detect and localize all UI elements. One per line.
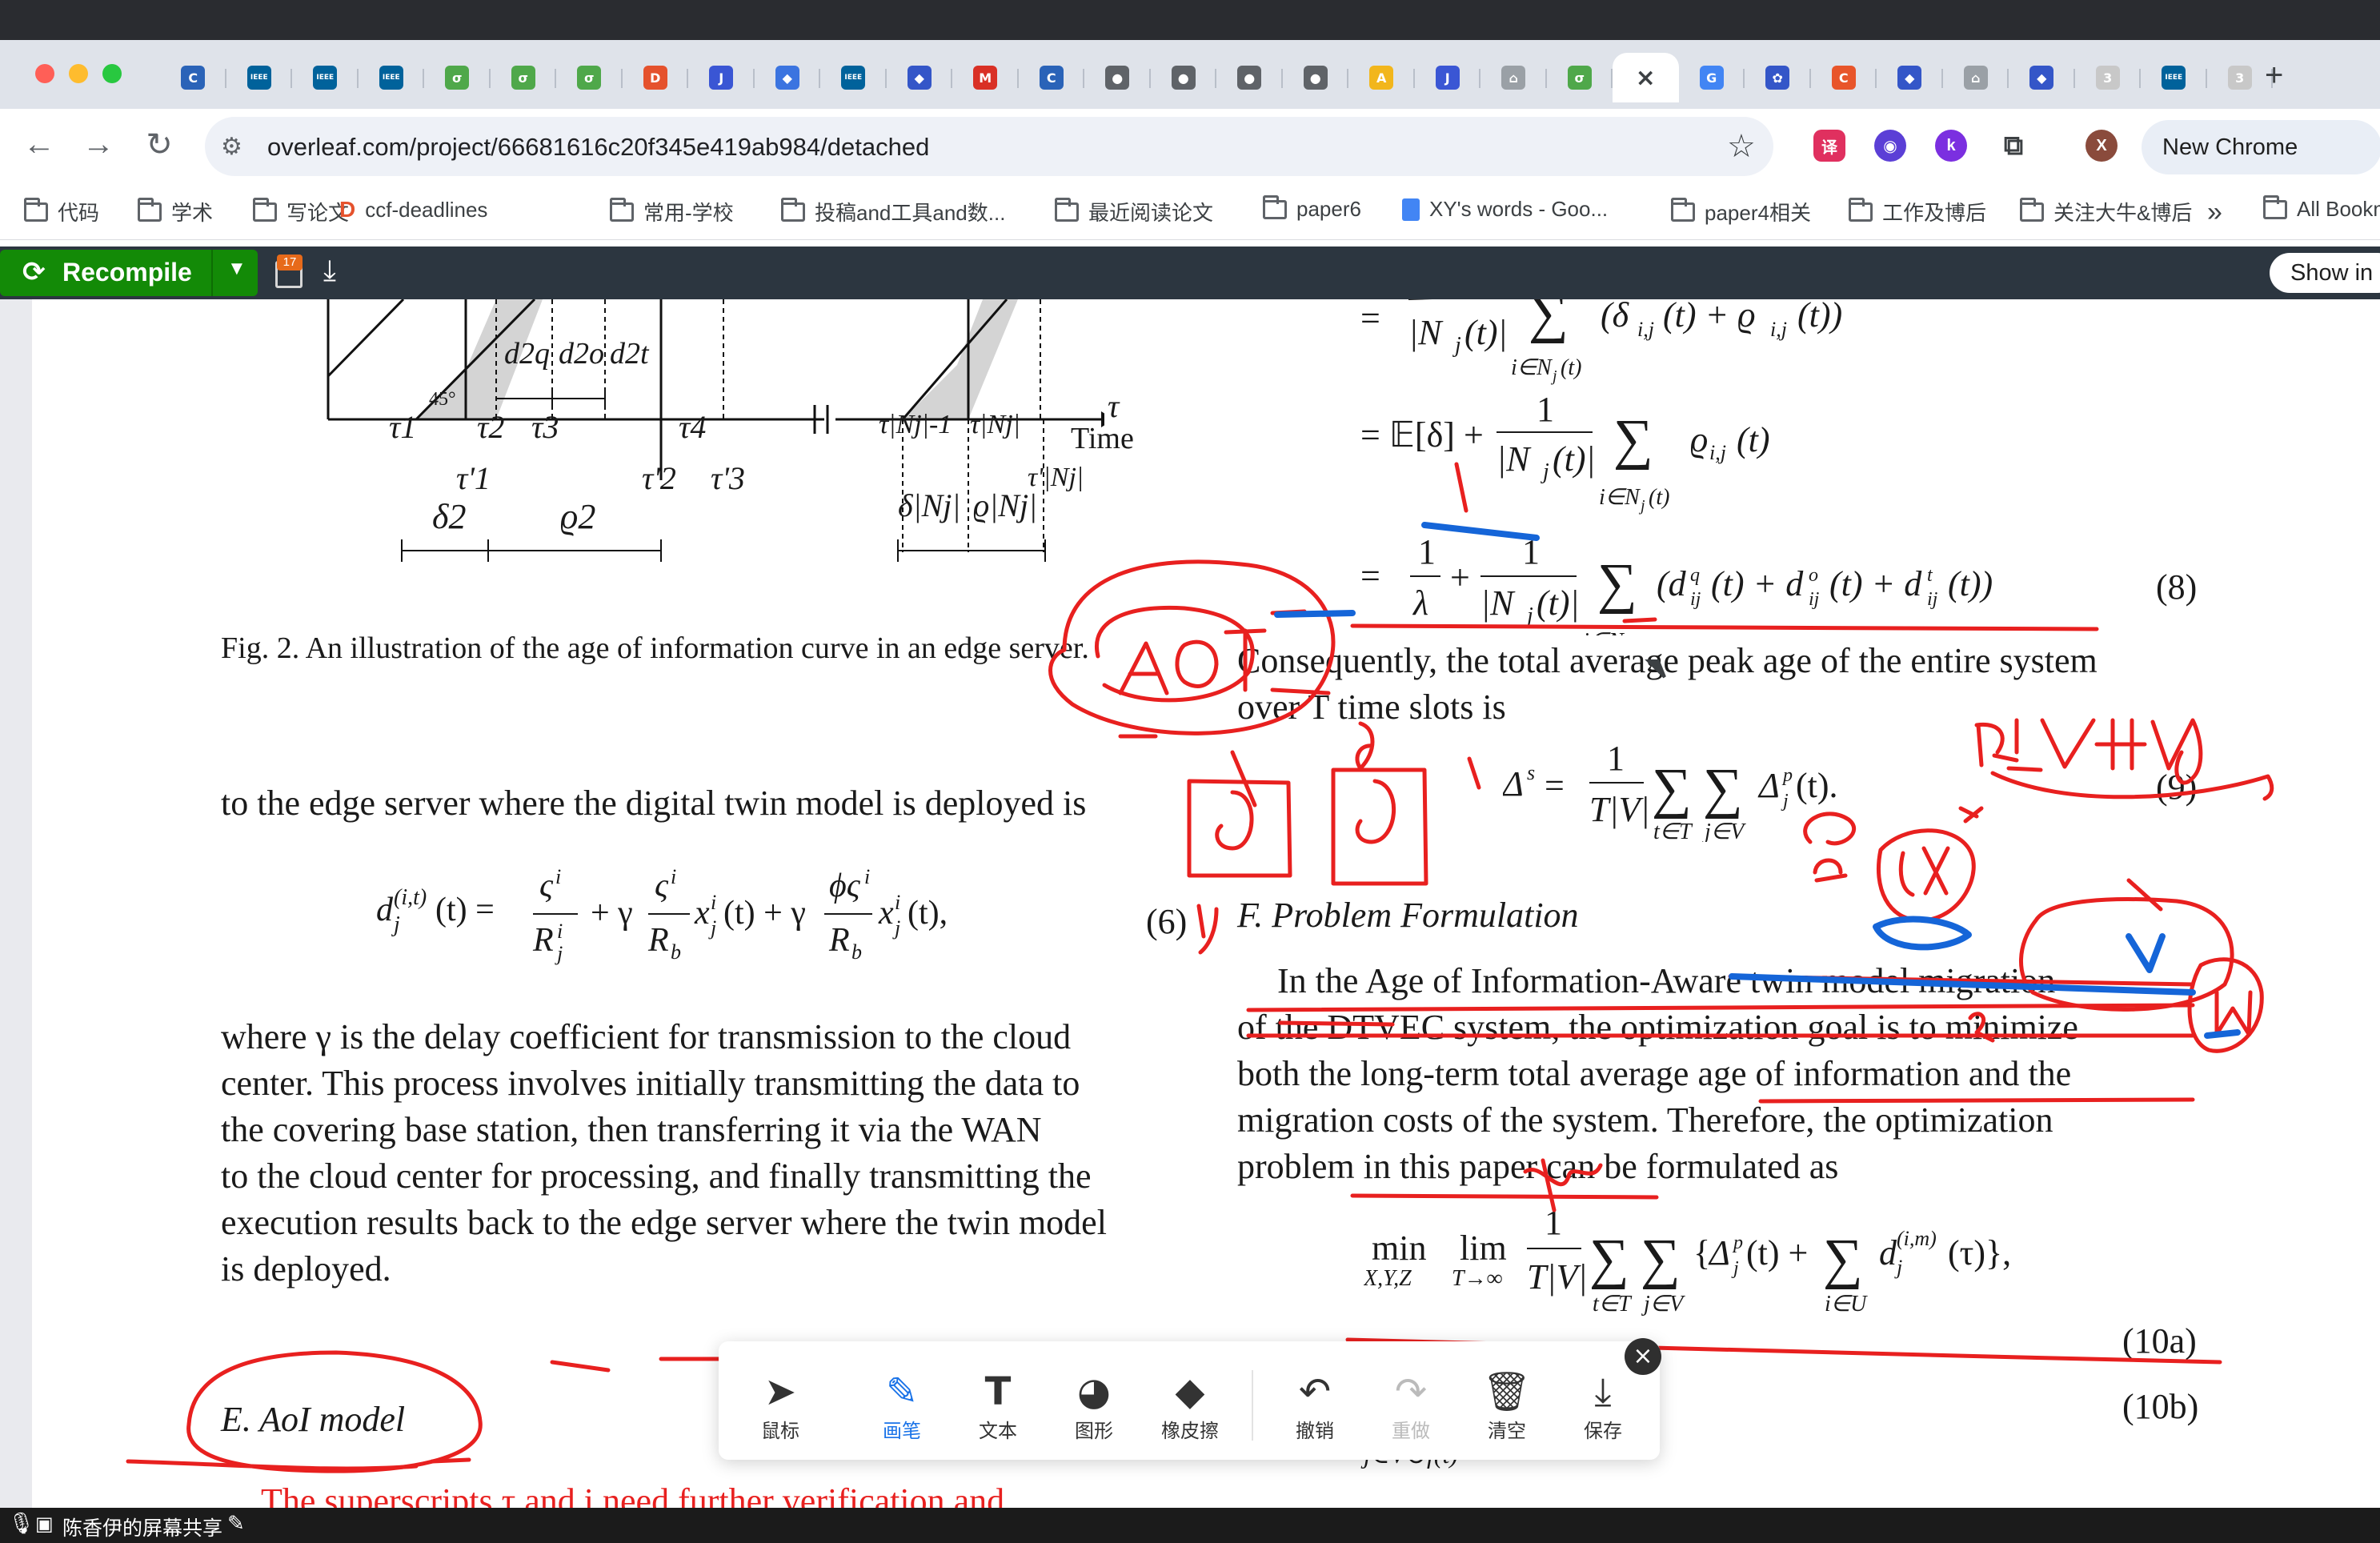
eraser-icon: ◆ [1175, 1369, 1205, 1414]
tool-save-label: 保存 [1584, 1421, 1622, 1442]
tool-redo-label: 重做 [1392, 1421, 1430, 1442]
tool-text[interactable]: T 文本 [954, 1369, 1042, 1443]
tool-redo[interactable]: ↷ 重做 [1367, 1369, 1455, 1443]
screen-share-icon: ▣ [35, 1513, 54, 1535]
tool-text-label: 文本 [979, 1421, 1017, 1442]
redo-icon: ↷ [1394, 1369, 1428, 1414]
toolbar-divider [1252, 1370, 1253, 1441]
tool-cursor[interactable]: ➤ 鼠标 [736, 1369, 824, 1443]
save-icon: ⤓ [1594, 1369, 1612, 1414]
tool-undo[interactable]: ↶ 撤销 [1271, 1369, 1359, 1443]
tool-clear-label: 清空 [1488, 1421, 1526, 1442]
tool-undo-label: 撤销 [1296, 1421, 1334, 1442]
tool-clear[interactable]: 🗑 清空 [1463, 1369, 1551, 1443]
ink-annotations [126, 462, 2274, 1473]
tool-cursor-label: 鼠标 [761, 1421, 799, 1442]
text-icon: T [984, 1369, 1012, 1414]
screen-share-label: 陈香伊的屏幕共享 [62, 1517, 223, 1540]
tool-pen[interactable]: ✎ 画笔 [858, 1369, 946, 1443]
undo-icon: ↶ [1298, 1369, 1332, 1414]
tool-shape-label: 图形 [1075, 1421, 1113, 1442]
tool-eraser[interactable]: ◆ 橡皮擦 [1146, 1369, 1234, 1443]
close-toolbar-button[interactable]: × [1625, 1338, 1661, 1375]
tool-eraser-label: 橡皮擦 [1161, 1421, 1219, 1442]
tool-save[interactable]: ⤓ 保存 [1559, 1369, 1647, 1443]
trash-icon: 🗑 [1482, 1369, 1532, 1414]
cursor-icon: ➤ [763, 1369, 797, 1414]
screen-share-bar: 🎙 ▣ 陈香伊的屏幕共享 ✎ [0, 1508, 2380, 1543]
tool-shape[interactable]: ◕ 图形 [1050, 1369, 1138, 1443]
tool-pen-label: 画笔 [883, 1421, 921, 1442]
edit-icon[interactable]: ✎ [227, 1511, 245, 1536]
shape-icon: ◕ [1077, 1369, 1111, 1414]
pen-icon: ✎ [885, 1369, 919, 1414]
microphone-icon[interactable]: 🎙 [8, 1511, 34, 1536]
